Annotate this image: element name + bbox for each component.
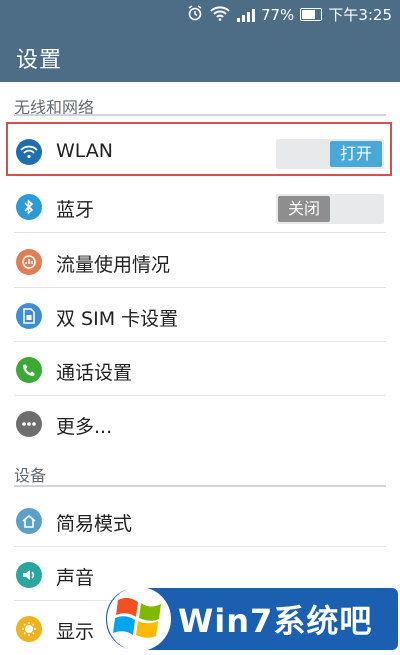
row-divider [14,395,386,396]
settings-item-label: 蓝牙 [56,199,95,221]
more-icon [16,411,42,437]
toggle-state-label: 关闭 [278,196,330,222]
section-header-device: 设备 [14,466,47,485]
watermark-banner: Win7系统吧 [106,587,398,651]
settings-item-more[interactable]: 更多... [0,397,400,450]
settings-item-label: 双 SIM 卡设置 [56,308,179,330]
data-usage-icon [16,249,42,275]
settings-item-call[interactable]: 通话设置 [0,343,400,396]
highlight-frame [6,122,392,176]
clock: 下午3:25 [328,6,392,24]
settings-item-label: 通话设置 [56,362,133,384]
section-divider [14,485,386,487]
home-icon [16,508,42,534]
status-icons: 77% 下午3:25 [187,4,392,25]
battery-icon [300,8,323,21]
settings-item-label: 声音 [56,567,95,589]
windows-logo-icon [107,587,171,651]
row-divider [14,341,386,342]
section-divider [14,114,386,116]
bluetooth-toggle[interactable]: 关闭 [276,194,384,224]
settings-item-easy-mode[interactable]: 简易模式 [0,494,400,547]
phone-icon [16,357,42,383]
row-divider [14,287,386,288]
settings-item-bluetooth[interactable]: 蓝牙 关闭 [0,180,400,233]
settings-item-label: 更多... [56,416,113,438]
settings-item-label: 流量使用情况 [56,254,171,276]
wifi-icon [209,5,231,25]
battery-percent: 77% [260,5,295,24]
page-title: 设置 [16,48,63,73]
row-divider [14,232,386,233]
signal-icon [236,8,255,22]
alarm-icon [187,4,203,25]
settings-item-dual-sim[interactable]: 双 SIM 卡设置 [0,289,400,342]
sim-card-icon [16,303,42,329]
row-divider [14,546,386,547]
settings-item-label: 简易模式 [56,513,133,535]
settings-item-label: 显示 [56,621,95,643]
action-bar: 设置 [0,30,400,82]
speaker-icon [16,562,42,588]
status-bar: 77% 下午3:25 [0,0,400,30]
watermark-text: Win7系统吧 [178,602,373,640]
brightness-icon [16,616,42,642]
settings-item-data-usage[interactable]: 流量使用情况 [0,235,400,288]
bluetooth-icon [16,194,42,220]
